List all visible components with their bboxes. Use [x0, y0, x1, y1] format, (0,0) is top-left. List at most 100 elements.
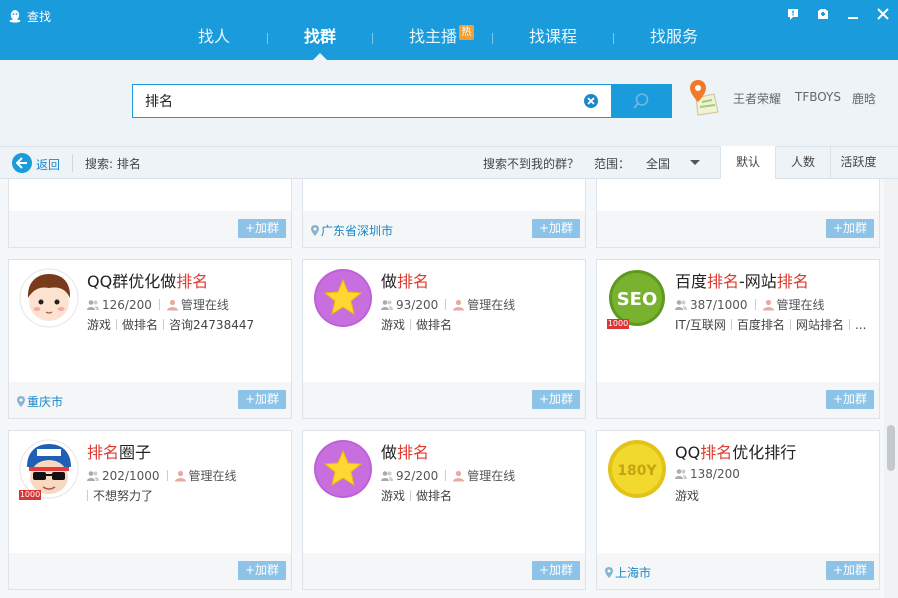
group-name[interactable]: 百度排名-网站排名	[675, 268, 809, 292]
results-toolbar: 返回 搜索: 排名 搜索不到我的群？ 范围： 全国 默认 人数 活跃度	[0, 146, 898, 179]
admin-icon	[453, 470, 465, 482]
card-footer: +加群	[303, 382, 585, 418]
location-pin-icon	[17, 396, 25, 407]
group-tag: 百度排名	[736, 318, 785, 332]
location-label: 重庆市	[27, 395, 64, 409]
group-card[interactable]: +加群	[596, 179, 880, 248]
member-count: 138/200	[690, 467, 740, 481]
coin-avatar: 180Y	[608, 440, 666, 498]
nav-divider	[492, 33, 493, 44]
location-text: 重庆市	[17, 393, 63, 410]
member-count: 93/200	[396, 298, 439, 312]
group-tags: 游戏 做排名 咨询24738447	[87, 316, 254, 333]
group-card[interactable]: 做排名 93/200 管理在线 游戏 做排名 +加群	[302, 259, 586, 419]
minimize-button[interactable]	[846, 7, 862, 23]
add-group-button[interactable]: +加群	[532, 561, 580, 580]
group-card[interactable]: QQ群优化做排名 126/200 管理在线 游戏 做排名 咨询24738447 重庆市…	[8, 259, 292, 419]
group-name-highlight: 排名	[397, 272, 430, 291]
results-grid: +加群 广东省深圳市 +加群 +加群 QQ群优化做排名 126/200 管理在线 …	[0, 179, 884, 598]
search-box	[132, 84, 612, 118]
group-meta: 387/1000 管理在线	[675, 296, 825, 313]
hot-tag-2[interactable]: TFBOYS	[795, 90, 841, 104]
group-tags: IT/互联网 百度排名 网站排名...	[675, 316, 866, 333]
search-input[interactable]	[145, 90, 575, 112]
card-footer: +加群	[597, 211, 879, 247]
skin-icon[interactable]	[816, 7, 832, 23]
tab-find-people[interactable]: 找人	[198, 26, 230, 48]
vertical-scrollbar[interactable]	[884, 179, 898, 598]
clear-icon[interactable]	[583, 93, 599, 109]
range-select[interactable]: 全国	[646, 155, 670, 172]
member-count: 202/1000	[102, 469, 160, 483]
group-name[interactable]: QQ群优化做排名	[87, 268, 208, 292]
add-group-button[interactable]: +加群	[532, 219, 580, 238]
group-meta: 93/200 管理在线	[381, 296, 515, 313]
add-group-button[interactable]: +加群	[238, 219, 286, 238]
group-card[interactable]: +加群	[8, 179, 292, 248]
members-icon	[675, 469, 687, 479]
add-group-button[interactable]: +加群	[238, 561, 286, 580]
members-icon	[381, 300, 393, 310]
search-button[interactable]	[611, 84, 672, 118]
group-name-part: 做	[381, 443, 398, 462]
tab-find-course[interactable]: 找课程	[529, 26, 577, 48]
group-name-part: 百度	[675, 272, 708, 291]
admin-status: 管理在线	[180, 298, 229, 312]
hot-tag-3[interactable]: 鹿晗	[852, 90, 876, 107]
group-name[interactable]: QQ排名优化排行	[675, 439, 796, 463]
group-tag: 做排名	[416, 489, 453, 503]
cartoon-boy-avatar	[19, 268, 79, 328]
location-label: 上海市	[615, 566, 652, 580]
location-map-icon[interactable]	[688, 78, 720, 116]
group-name[interactable]: 排名圈子	[87, 439, 151, 463]
add-group-button[interactable]: +加群	[238, 390, 286, 409]
admin-icon	[166, 299, 178, 311]
sort-tab-default[interactable]: 默认	[720, 146, 775, 179]
group-tags: 游戏 做排名	[381, 316, 452, 333]
group-meta: 138/200	[675, 467, 740, 481]
sort-tab-members[interactable]: 人数	[775, 146, 830, 179]
nav-divider	[613, 33, 614, 44]
group-card[interactable]: 做排名 92/200 管理在线 游戏 做排名 +加群	[302, 430, 586, 590]
hot-tag-1[interactable]: 王者荣耀	[733, 90, 781, 107]
close-button[interactable]	[876, 7, 892, 23]
admin-status: 管理在线	[188, 469, 237, 483]
add-group-button[interactable]: +加群	[826, 219, 874, 238]
level-badge: 1000	[607, 319, 629, 329]
group-card[interactable]: 1000 排名圈子 202/1000 管理在线 不想努力了 +加群	[8, 430, 292, 590]
group-tags: 游戏 做排名	[381, 487, 452, 504]
group-name-part: -网站	[739, 272, 777, 291]
member-count: 126/200	[102, 298, 152, 312]
add-group-button[interactable]: +加群	[826, 390, 874, 409]
location-pin-icon	[605, 567, 613, 578]
not-found-link[interactable]: 搜索不到我的群？	[483, 155, 579, 172]
group-card[interactable]: 广东省深圳市 +加群	[302, 179, 586, 248]
scrollbar-thumb[interactable]	[887, 425, 895, 471]
add-group-button[interactable]: +加群	[826, 561, 874, 580]
location-text: 上海市	[605, 564, 651, 581]
card-footer: 重庆市 +加群	[9, 382, 291, 418]
group-name[interactable]: 做排名	[381, 268, 429, 292]
group-name-highlight: 排名	[397, 443, 430, 462]
group-card[interactable]: SEO 1000 百度排名-网站排名 387/1000 管理在线 IT/互联网 百度…	[596, 259, 880, 419]
chevron-down-icon[interactable]	[690, 160, 700, 165]
group-name-highlight: 排名	[176, 272, 209, 291]
tab-find-streamer[interactable]: 找主播热	[409, 25, 475, 48]
add-group-button[interactable]: +加群	[532, 390, 580, 409]
main-nav: 找人 找群 找主播热 找课程 找服务	[0, 24, 898, 56]
group-meta: 202/1000 管理在线	[87, 467, 237, 484]
star-avatar	[314, 440, 372, 498]
admin-status: 管理在线	[467, 469, 516, 483]
tab-find-group[interactable]: 找群	[304, 26, 336, 48]
group-meta: 126/200 管理在线	[87, 296, 229, 313]
feedback-icon[interactable]	[786, 7, 802, 23]
group-tag: IT/互联网	[675, 318, 726, 332]
tab-find-service[interactable]: 找服务	[650, 26, 698, 48]
group-name[interactable]: 做排名	[381, 439, 429, 463]
search-icon	[633, 93, 649, 109]
sort-tab-activity[interactable]: 活跃度	[830, 146, 886, 179]
group-card[interactable]: 180Y QQ排名优化排行 138/200 游戏 上海市 +加群	[596, 430, 880, 590]
active-tab-indicator	[313, 53, 327, 60]
group-tags: 不想努力了	[87, 487, 153, 504]
member-count: 92/200	[396, 469, 439, 483]
